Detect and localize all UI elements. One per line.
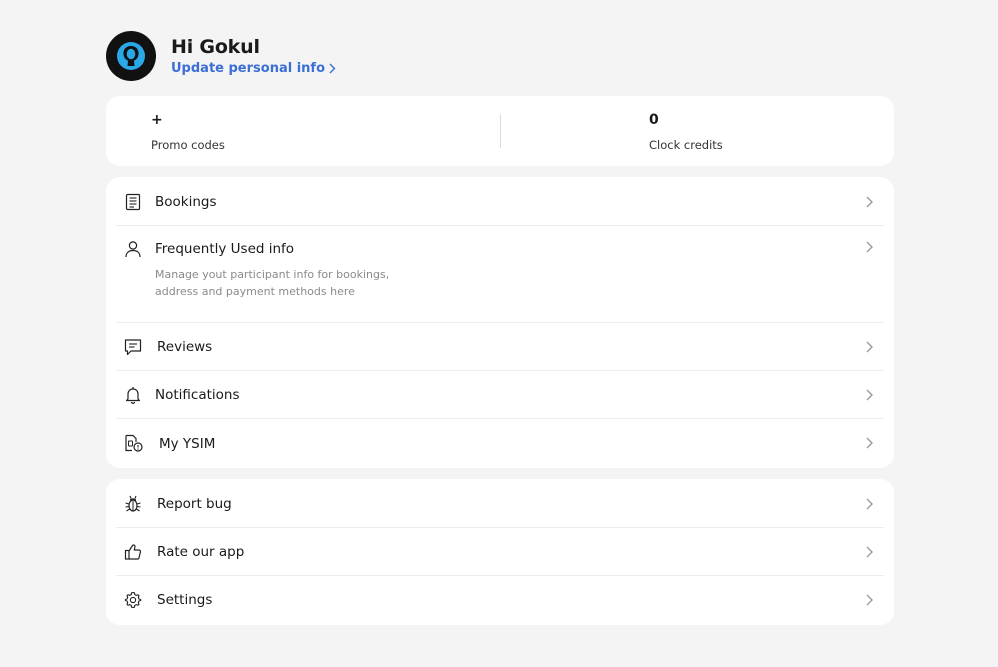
menu-item-label: Reviews xyxy=(157,339,213,355)
account-page: Hi Gokul Update personal info + Promo co… xyxy=(0,0,998,667)
menu-item-reviews[interactable]: Reviews xyxy=(116,323,884,371)
menu-item-label: Rate our app xyxy=(157,544,245,560)
person-icon xyxy=(125,241,141,258)
update-personal-info-link[interactable]: Update personal info xyxy=(171,61,336,76)
gear-icon xyxy=(124,591,142,609)
profile-header: Hi Gokul Update personal info xyxy=(106,31,336,81)
clock-credits-value: 0 xyxy=(649,112,659,128)
chevron-right-icon xyxy=(866,241,873,253)
menu-item-notifications[interactable]: Notifications xyxy=(116,371,884,419)
menu-item-label: Notifications xyxy=(155,387,240,403)
clock-credits-label: Clock credits xyxy=(649,138,723,152)
stats-divider xyxy=(500,114,501,148)
menu-item-report-bug[interactable]: Report bug xyxy=(116,479,884,528)
menu-item-frequently-used-info[interactable]: Frequently Used info Manage yout partici… xyxy=(116,226,884,323)
menu-item-label: Settings xyxy=(157,592,213,608)
sim-card-icon xyxy=(125,434,143,452)
promo-codes-label: Promo codes xyxy=(151,138,225,152)
chevron-right-icon xyxy=(866,437,873,449)
menu-item-label: Frequently Used info xyxy=(155,241,295,257)
chevron-right-icon xyxy=(866,498,873,510)
chevron-right-icon xyxy=(866,594,873,606)
menu-item-my-ysim[interactable]: My YSIM xyxy=(116,419,884,468)
menu-item-label: Bookings xyxy=(155,194,217,210)
promo-codes-stat[interactable]: + Promo codes xyxy=(151,96,351,166)
chevron-right-icon xyxy=(866,341,873,353)
stats-card: + Promo codes 0 Clock credits xyxy=(106,96,894,166)
secondary-menu: Report bug Rate our app Settings xyxy=(106,479,894,625)
chevron-right-icon xyxy=(866,389,873,401)
chevron-right-icon xyxy=(866,546,873,558)
primary-menu: Bookings Frequently Used info Manage you… xyxy=(106,177,894,468)
document-icon xyxy=(125,193,141,211)
clock-credits-stat[interactable]: 0 Clock credits xyxy=(649,96,849,166)
bell-icon xyxy=(125,387,141,404)
promo-codes-value: + xyxy=(151,112,163,128)
menu-item-label: My YSIM xyxy=(159,436,216,452)
bug-icon xyxy=(125,495,141,512)
chat-icon xyxy=(124,339,142,356)
avatar[interactable] xyxy=(106,31,156,81)
chevron-right-icon xyxy=(866,196,873,208)
menu-item-settings[interactable]: Settings xyxy=(116,576,884,625)
chevron-right-icon xyxy=(329,63,336,74)
thumbs-up-icon xyxy=(124,544,142,560)
user-avatar-icon xyxy=(117,42,145,70)
menu-item-label: Report bug xyxy=(157,496,232,512)
menu-item-bookings[interactable]: Bookings xyxy=(116,177,884,226)
menu-item-description: Manage yout participant info for booking… xyxy=(155,268,390,298)
update-personal-info-label: Update personal info xyxy=(171,61,326,76)
greeting-title: Hi Gokul xyxy=(171,36,260,58)
menu-item-rate-our-app[interactable]: Rate our app xyxy=(116,528,884,576)
